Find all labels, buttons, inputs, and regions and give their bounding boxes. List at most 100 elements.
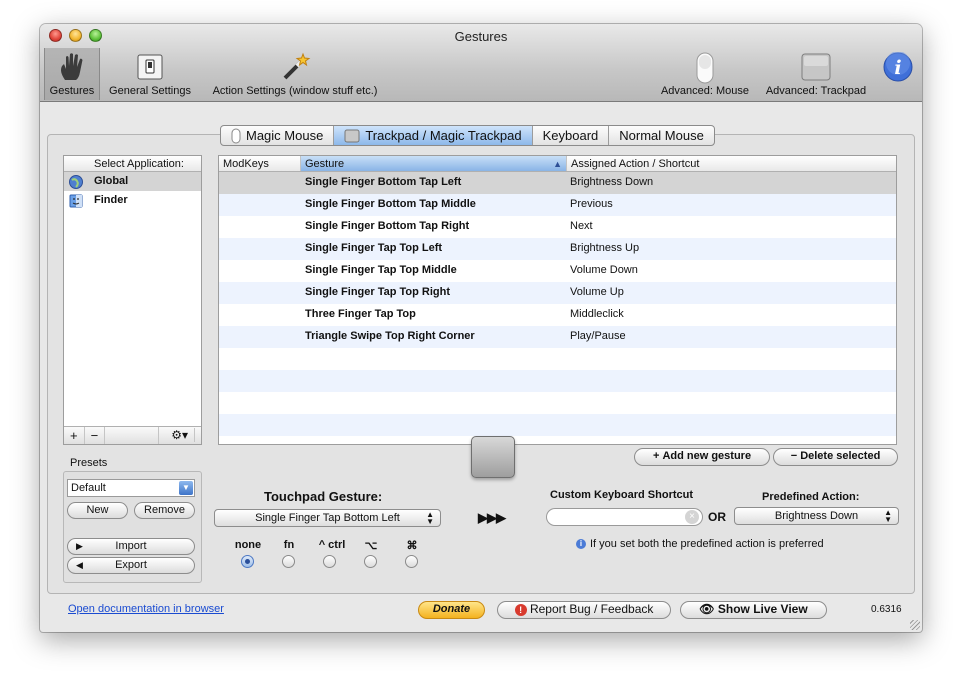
- toolbar-gestures[interactable]: Gestures: [44, 48, 100, 100]
- table-row[interactable]: Single Finger Tap Top Left Brightness Up: [219, 238, 896, 260]
- tab-trackpad[interactable]: Trackpad / Magic Trackpad: [334, 126, 533, 145]
- presets-label: Presets: [70, 457, 108, 469]
- gesture-select[interactable]: Single Finger Tap Bottom Left ▲ ▼: [214, 509, 441, 527]
- modifier-ctrl-label: ^ ctrl: [318, 539, 346, 551]
- table-row[interactable]: Single Finger Bottom Tap Left Brightness …: [219, 172, 896, 194]
- modifier-command-radio[interactable]: [405, 555, 418, 568]
- toolbar-general-settings[interactable]: General Settings: [102, 48, 198, 100]
- info-icon: i: [883, 51, 913, 85]
- tab-keyboard[interactable]: Keyboard: [533, 126, 610, 145]
- toolbar-action-settings[interactable]: Action Settings (window stuff etc.): [200, 48, 390, 100]
- toolbar-advanced-trackpad[interactable]: Advanced: Trackpad: [758, 48, 874, 100]
- table-row[interactable]: [219, 348, 896, 370]
- modkeys-cell: [219, 260, 301, 282]
- remove-app-button[interactable]: −: [85, 427, 106, 444]
- modkeys-cell: [219, 238, 301, 260]
- gesture-cell: Single Finger Tap Top Right: [305, 286, 451, 298]
- report-bug-button[interactable]: ! Report Bug / Feedback: [497, 601, 671, 619]
- documentation-link[interactable]: Open documentation in browser: [68, 603, 224, 615]
- predefined-action-value: Brightness Down: [774, 510, 859, 522]
- table-row[interactable]: Single Finger Tap Top Right Volume Up: [219, 282, 896, 304]
- toolbar-info[interactable]: i: [878, 48, 918, 100]
- action-cell: Next: [570, 220, 593, 232]
- action-cell: Volume Up: [570, 286, 624, 298]
- gesture-table: ModKeys Gesture ▲ Assigned Action / Shor…: [218, 155, 897, 445]
- column-modkeys[interactable]: ModKeys: [219, 156, 301, 171]
- clear-icon[interactable]: ×: [685, 510, 699, 524]
- preset-value: Default: [71, 482, 106, 494]
- minus-icon: −: [790, 450, 798, 462]
- gear-menu-button[interactable]: ⚙▾: [158, 427, 201, 444]
- preset-new-button[interactable]: New: [67, 502, 128, 519]
- plus-icon: +: [652, 450, 660, 462]
- predefined-action-label: Predefined Action:: [762, 491, 860, 503]
- trackpad-preview-button[interactable]: [471, 436, 515, 478]
- gesture-select-value: Single Finger Tap Bottom Left: [255, 512, 400, 524]
- updown-arrow-icon: ▲ ▼: [426, 510, 434, 526]
- column-action[interactable]: Assigned Action / Shortcut: [567, 156, 896, 171]
- gesture-cell: Three Finger Tap Top: [305, 308, 416, 320]
- alert-icon: !: [514, 604, 527, 616]
- column-gesture[interactable]: Gesture ▲: [301, 156, 567, 171]
- toolbar-general-settings-label: General Settings: [109, 85, 191, 97]
- app-item-finder-label: Finder: [94, 194, 128, 206]
- play-icon: ▶: [76, 541, 83, 551]
- add-gesture-button[interactable]: + Add new gesture: [634, 448, 770, 466]
- preset-export-button[interactable]: ◀ Export: [67, 557, 195, 574]
- back-icon: ◀: [76, 560, 83, 570]
- info-small-icon: i: [576, 539, 586, 549]
- add-gesture-label: Add new gesture: [662, 450, 752, 462]
- table-row[interactable]: Triangle Swipe Top Right Corner Play/Paus…: [219, 326, 896, 348]
- modifier-fn-radio[interactable]: [282, 555, 295, 568]
- preset-import-button[interactable]: ▶ Import: [67, 538, 195, 555]
- table-row[interactable]: Three Finger Tap Top Middleclick: [219, 304, 896, 326]
- table-row[interactable]: [219, 392, 896, 414]
- arrows-indicator: ▶▶▶: [478, 510, 506, 525]
- show-live-view-button[interactable]: 👁 Show Live View: [680, 601, 827, 619]
- modifier-option-radio[interactable]: [364, 555, 377, 568]
- table-row[interactable]: Single Finger Tap Top Middle Volume Down: [219, 260, 896, 282]
- tab-magic-mouse[interactable]: Magic Mouse: [221, 126, 335, 145]
- trackpad-icon: [800, 52, 832, 85]
- toolbar-advanced-trackpad-label: Advanced: Trackpad: [765, 85, 867, 97]
- modkeys-cell: [219, 282, 301, 304]
- gear-icon: ⚙▾: [165, 428, 195, 442]
- app-item-finder[interactable]: Finder: [64, 191, 201, 210]
- modkeys-cell: [219, 194, 301, 216]
- select-arrow-icon: ▲ ▼: [884, 508, 892, 524]
- mouse-icon: [691, 52, 719, 87]
- preset-combobox[interactable]: Default ▼: [67, 479, 195, 497]
- resize-grip-icon[interactable]: [910, 620, 920, 630]
- shortcut-label: Custom Keyboard Shortcut: [550, 489, 694, 501]
- add-app-button[interactable]: +: [64, 427, 85, 444]
- gesture-cell: Triangle Swipe Top Right Corner: [305, 330, 475, 342]
- table-row[interactable]: [219, 370, 896, 392]
- modifier-ctrl-radio[interactable]: [323, 555, 336, 568]
- gesture-cell: Single Finger Tap Top Middle: [305, 264, 457, 276]
- toolbar-advanced-mouse[interactable]: Advanced: Mouse: [655, 48, 755, 100]
- report-bug-label: Report Bug / Feedback: [529, 602, 654, 616]
- predefined-action-select[interactable]: Brightness Down ▲ ▼: [734, 507, 899, 525]
- preset-dropdown-arrow-icon[interactable]: ▼: [179, 481, 193, 495]
- hand-icon: [57, 52, 87, 85]
- app-item-global[interactable]: Global: [64, 172, 201, 191]
- preset-remove-button[interactable]: Remove: [134, 502, 195, 519]
- table-row[interactable]: Single Finger Bottom Tap Right Next: [219, 216, 896, 238]
- donate-button[interactable]: Donate: [418, 601, 485, 619]
- delete-gesture-label: Delete selected: [800, 450, 881, 462]
- table-row[interactable]: Single Finger Bottom Tap Middle Previous: [219, 194, 896, 216]
- preset-import-label: Import: [115, 540, 147, 552]
- table-row[interactable]: [219, 414, 896, 436]
- tab-normal-mouse[interactable]: Normal Mouse: [609, 126, 714, 145]
- svg-text:i: i: [894, 57, 901, 79]
- tab-keyboard-label: Keyboard: [542, 128, 599, 143]
- modifier-none-radio[interactable]: [241, 555, 254, 568]
- hint-text: If you set both the predefined action is…: [590, 538, 824, 550]
- toolbar-advanced-mouse-label: Advanced: Mouse: [660, 85, 750, 97]
- sort-ascending-icon: ▲: [553, 159, 562, 169]
- delete-gesture-button[interactable]: − Delete selected: [773, 448, 898, 466]
- toolbar-action-settings-label: Action Settings (window stuff etc.): [212, 85, 378, 97]
- application-list-footer: + − ⚙▾: [64, 426, 201, 444]
- shortcut-field[interactable]: ×: [546, 508, 703, 526]
- application-list: Select Application: Global Finder + − ⚙▾: [63, 155, 202, 445]
